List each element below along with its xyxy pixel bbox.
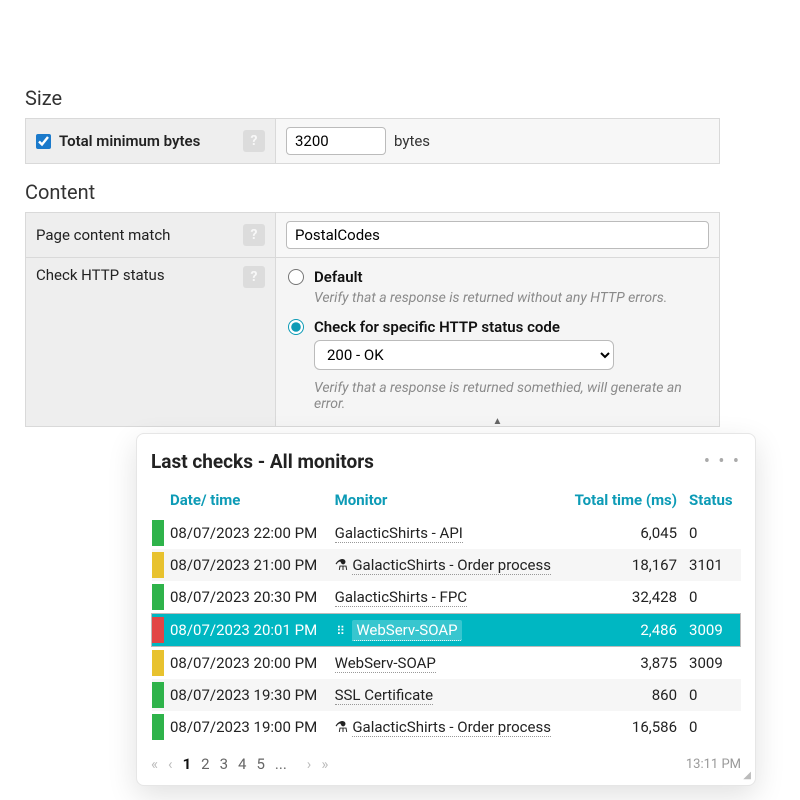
flask-icon: ⚗ bbox=[335, 556, 347, 574]
cell-monitor[interactable]: GalacticShirts - FPC bbox=[329, 581, 565, 614]
min-bytes-input[interactable] bbox=[286, 127, 386, 155]
row-content-match: Page content match ? bbox=[25, 212, 720, 258]
table-row[interactable]: 08/07/2023 22:00 PMGalacticShirts - API6… bbox=[152, 517, 741, 549]
table-row[interactable]: 08/07/2023 20:01 PM⠿ WebServ-SOAP2,48630… bbox=[152, 614, 741, 647]
page-number[interactable]: 4 bbox=[238, 755, 246, 773]
cell-status: 0 bbox=[683, 581, 740, 614]
cell-status: 0 bbox=[683, 711, 740, 743]
col-monitor[interactable]: Monitor bbox=[329, 485, 565, 517]
last-checks-card: Last checks - All monitors • • • Date/ t… bbox=[136, 433, 756, 786]
table-row[interactable]: 08/07/2023 20:00 PMWebServ-SOAP3,8753009 bbox=[152, 647, 741, 680]
cell-status: 0 bbox=[683, 679, 740, 711]
cell-total: 18,167 bbox=[565, 549, 683, 581]
help-icon[interactable]: ? bbox=[243, 224, 265, 246]
table-row[interactable]: 08/07/2023 19:30 PMSSL Certificate8600 bbox=[152, 679, 741, 711]
page-number[interactable]: 1 bbox=[183, 755, 192, 773]
cell-datetime: 08/07/2023 20:30 PM bbox=[164, 581, 329, 614]
resize-handle-icon[interactable]: ◢ bbox=[743, 770, 751, 781]
cell-total: 3,875 bbox=[565, 647, 683, 680]
cell-monitor[interactable]: SSL Certificate bbox=[329, 679, 565, 711]
cell-total: 6,045 bbox=[565, 517, 683, 549]
page-last[interactable]: » bbox=[321, 755, 328, 773]
page-number[interactable]: ... bbox=[275, 755, 287, 773]
cell-status: 3009 bbox=[683, 647, 740, 680]
refresh-time: 13:11 PM bbox=[686, 757, 741, 772]
cell-status: 3101 bbox=[683, 549, 740, 581]
cell-datetime: 08/07/2023 20:01 PM bbox=[164, 614, 329, 647]
min-bytes-unit: bytes bbox=[394, 132, 430, 150]
cell-total: 16,586 bbox=[565, 711, 683, 743]
cell-datetime: 08/07/2023 22:00 PM bbox=[164, 517, 329, 549]
cell-total: 2,486 bbox=[565, 614, 683, 647]
page-prev[interactable]: ‹ bbox=[168, 755, 173, 773]
col-status-color bbox=[152, 485, 165, 517]
status-chip bbox=[152, 714, 164, 740]
checks-table: Date/ time Monitor Total time (ms) Statu… bbox=[151, 485, 741, 743]
row-http-status: Check HTTP status ? Default Verify that … bbox=[25, 258, 720, 427]
min-bytes-checkbox[interactable] bbox=[36, 134, 51, 149]
radio-default-desc: Verify that a response is returned witho… bbox=[314, 290, 707, 306]
radio-specific[interactable] bbox=[288, 319, 304, 335]
page-number[interactable]: 5 bbox=[256, 755, 264, 773]
cell-status: 3009 bbox=[683, 614, 740, 647]
min-bytes-label: Total minimum bytes bbox=[59, 132, 243, 150]
cell-datetime: 08/07/2023 19:00 PM bbox=[164, 711, 329, 743]
card-menu-icon[interactable]: • • • bbox=[704, 451, 741, 472]
cell-total: 860 bbox=[565, 679, 683, 711]
content-match-input[interactable] bbox=[286, 221, 709, 249]
radio-specific-label: Check for specific HTTP status code bbox=[314, 318, 560, 336]
cell-monitor[interactable]: ⚗ GalacticShirts - Order process bbox=[329, 711, 565, 743]
section-content-title: Content bbox=[25, 180, 720, 204]
status-chip bbox=[152, 520, 164, 546]
cell-monitor[interactable]: GalacticShirts - API bbox=[329, 517, 565, 549]
cell-datetime: 08/07/2023 19:30 PM bbox=[164, 679, 329, 711]
status-chip bbox=[152, 617, 164, 643]
radio-default[interactable] bbox=[288, 269, 304, 285]
http-code-select[interactable]: 200 - OK bbox=[314, 340, 614, 370]
page-next[interactable]: › bbox=[307, 755, 312, 773]
pagination: « ‹ 12345... › » 13:11 PM bbox=[151, 755, 741, 773]
cell-total: 32,428 bbox=[565, 581, 683, 614]
help-icon[interactable]: ? bbox=[243, 266, 265, 288]
cell-datetime: 08/07/2023 21:00 PM bbox=[164, 549, 329, 581]
flask-icon: ⚗ bbox=[335, 718, 347, 736]
status-chip bbox=[152, 584, 164, 610]
help-icon[interactable]: ? bbox=[243, 130, 265, 152]
col-status[interactable]: Status bbox=[683, 485, 740, 517]
page-first[interactable]: « bbox=[151, 755, 158, 773]
status-chip bbox=[152, 650, 164, 676]
content-match-label: Page content match bbox=[36, 226, 243, 244]
table-row[interactable]: 08/07/2023 19:00 PM⚗ GalacticShirts - Or… bbox=[152, 711, 741, 743]
page-number[interactable]: 3 bbox=[220, 755, 228, 773]
table-row[interactable]: 08/07/2023 20:30 PMGalacticShirts - FPC3… bbox=[152, 581, 741, 614]
radio-specific-desc: Verify that a response is returned somet… bbox=[314, 380, 707, 412]
col-total-time[interactable]: Total time (ms) bbox=[565, 485, 683, 517]
cell-monitor[interactable]: WebServ-SOAP bbox=[329, 647, 565, 680]
section-size-title: Size bbox=[25, 86, 720, 110]
http-status-label: Check HTTP status bbox=[36, 266, 243, 284]
status-chip bbox=[152, 552, 164, 578]
row-min-bytes: Total minimum bytes ? bytes bbox=[25, 118, 720, 164]
status-chip bbox=[152, 682, 164, 708]
cell-status: 0 bbox=[683, 517, 740, 549]
cell-monitor[interactable]: ⠿ WebServ-SOAP bbox=[329, 614, 565, 647]
cell-datetime: 08/07/2023 20:00 PM bbox=[164, 647, 329, 680]
page-number[interactable]: 2 bbox=[201, 755, 209, 773]
col-datetime[interactable]: Date/ time bbox=[164, 485, 329, 517]
card-title: Last checks - All monitors bbox=[151, 450, 374, 473]
collapse-caret-icon[interactable]: ▲ bbox=[493, 416, 503, 427]
table-row[interactable]: 08/07/2023 21:00 PM⚗ GalacticShirts - Or… bbox=[152, 549, 741, 581]
grip-icon: ⠿ bbox=[335, 624, 347, 638]
radio-default-label: Default bbox=[314, 268, 363, 286]
cell-monitor[interactable]: ⚗ GalacticShirts - Order process bbox=[329, 549, 565, 581]
